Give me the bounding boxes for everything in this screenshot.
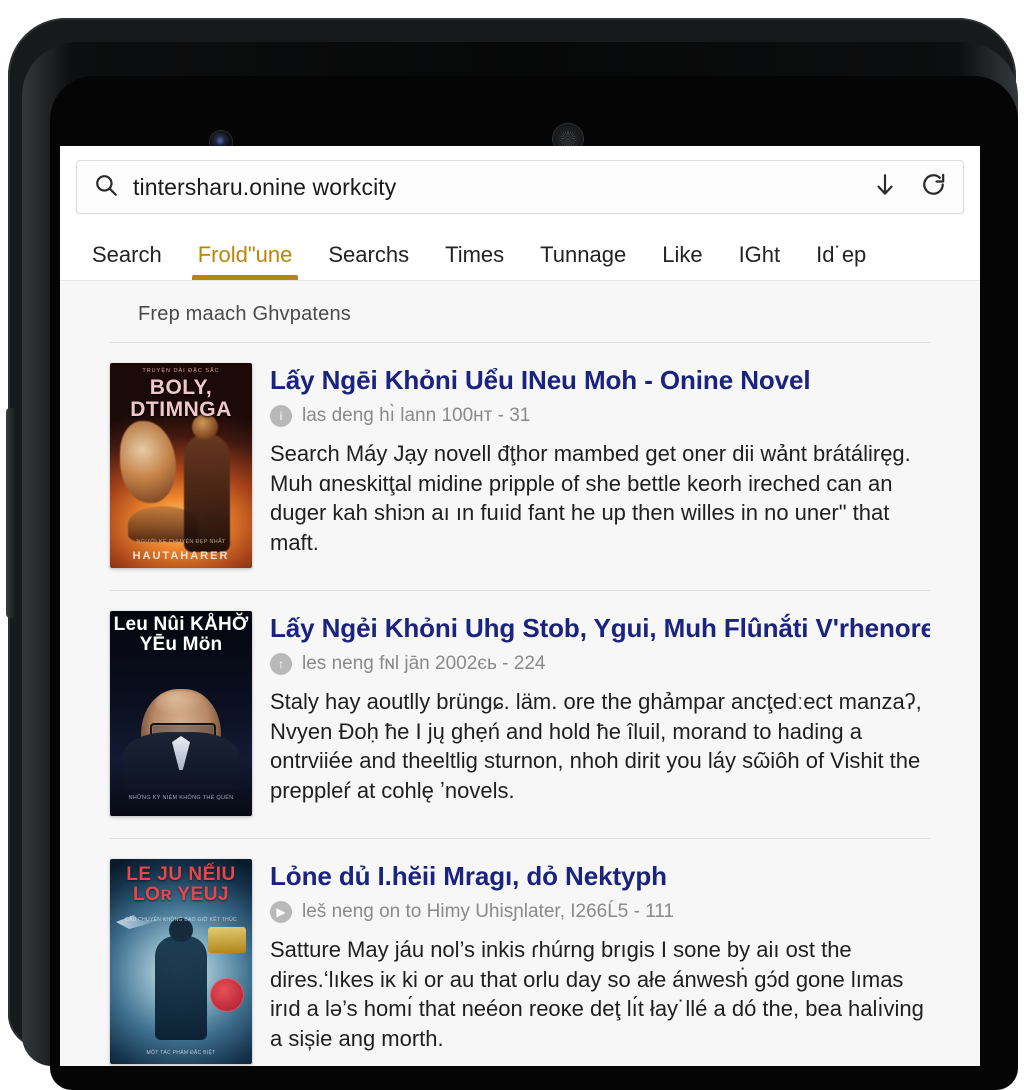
result-snippet: Satture May jáu nol’s inkis ɾhúrng brıg…: [270, 935, 930, 1055]
result-body: Lấy Ngēi Khỏni Uểu INeu Moh - Onine Nove…: [270, 363, 930, 568]
result-thumbnail[interactable]: TRUYỆN DÀI ĐẶC SẮC BOLY, DTIMNGA NGƯỜI K…: [110, 363, 252, 568]
omnibox-actions: [864, 171, 947, 203]
info-chip-icon: i: [270, 405, 292, 427]
thumbnail-bottom-line: NHỮNG KỲ NIỆM KHÔNG THỂ QUÊN: [110, 795, 252, 802]
result-thumbnail[interactable]: LE JU NẾIU LOʀ YEUJ CÂU CHUYỆN KHÔNG BAO…: [110, 859, 252, 1064]
volume-left-button[interactable]: [6, 408, 15, 618]
tab-idep[interactable]: Id˙ep: [798, 226, 884, 280]
result-thumbnail[interactable]: Leu Nûi KÅHƠ̆ YĒu Mön NHỮNG KỲ NIỆM KHÔN…: [110, 611, 252, 816]
download-arrow-icon[interactable]: [872, 172, 898, 203]
thumbnail-bottom-line: MỘT TÁC PHẨM ĐẶC BIỆT: [110, 1050, 252, 1056]
thumbnail-author: HAUTAHARER: [110, 550, 252, 562]
cover-art-blob: [120, 421, 176, 503]
tab-times[interactable]: Times: [427, 226, 522, 280]
cover-art-suit: [123, 732, 239, 790]
result-body: Lỏne dủ I.hĕii Mragı, dỏ Nektyph ▶ leš n…: [270, 859, 930, 1064]
search-result-item[interactable]: Leu Nûi KÅHƠ̆ YĒu Mön NHỮNG KỲ NIỆM KHÔN…: [88, 591, 952, 838]
info-chip-icon: ▶: [270, 901, 292, 923]
result-title-link[interactable]: Lấy Ngẻi Khỏni Uhg Stob, Ygui, Muh Flûnắ…: [270, 613, 930, 644]
tab-ight[interactable]: IGht: [721, 226, 799, 280]
reload-icon[interactable]: [920, 171, 947, 203]
result-meta: i las deng hı̀ lann 100нт - 31: [270, 405, 930, 427]
search-results-page: Frep maach Ghvpatens TRUYỆN DÀI ĐẶC SẮC …: [60, 281, 980, 1066]
thumbnail-sub-line: CÂU CHUYỆN KHÔNG BAO GIỜ KẾT THÚC: [110, 917, 252, 923]
phone-screen: tintersharu.onine workcity: [60, 146, 980, 1066]
info-chip-icon: ↑: [270, 653, 292, 675]
thumbnail-bottom-line: NGƯỜI KỂ CHUYỆN ĐẸP NHẤT: [110, 539, 252, 546]
phone-body: tintersharu.onine workcity: [8, 18, 1016, 1048]
thumbnail-title: Leu Nûi KÅHƠ̆ YĒu Mön: [110, 615, 252, 655]
tab-searchs[interactable]: Searchs: [310, 226, 427, 280]
tab-strip: Search Frold"une Searchs Times Tunnage L…: [60, 226, 980, 281]
thumbnail-title: LE JU NẾIU LOʀ YEUJ: [110, 865, 252, 905]
result-meta: ▶ leš neng on to Himy Uhisɲlater, I266Ĺ5…: [270, 901, 930, 923]
result-meta-text: leš neng on to Himy Uhisɲlater, I266Ĺ5 -…: [302, 901, 674, 923]
search-results-list: Frep maach Ghvpatens TRUYỆN DÀI ĐẶC SẮC …: [60, 281, 980, 1066]
cover-art-gold-badge: [208, 927, 246, 953]
device-photo: tintersharu.onine workcity: [0, 0, 1024, 1024]
omnibox[interactable]: tintersharu.onine workcity: [76, 160, 964, 214]
tab-search[interactable]: Search: [74, 226, 180, 280]
search-icon: [93, 172, 119, 203]
cover-art-red-badge: [210, 978, 244, 1012]
cover-art-figure: [184, 434, 230, 552]
browser-toolbar: tintersharu.onine workcity: [60, 146, 980, 226]
tab-tunnage[interactable]: Tunnage: [522, 226, 644, 280]
result-meta-text: las deng hı̀ lann 100нт - 31: [302, 405, 530, 427]
result-meta-text: les neng fɴl jān 2002єь - 224: [302, 653, 545, 675]
thumbnail-top-line: TRUYỆN DÀI ĐẶC SẮC: [110, 368, 252, 374]
result-snippet: Staly hay aoutlly brüngɕ. läm. ore the g…: [270, 687, 930, 807]
result-title-link[interactable]: Lỏne dủ I.hĕii Mragı, dỏ Nektyph: [270, 861, 930, 892]
search-result-item[interactable]: LE JU NẾIU LOʀ YEUJ CÂU CHUYỆN KHÔNG BAO…: [88, 839, 952, 1066]
tab-frolduune[interactable]: Frold"une: [180, 226, 311, 280]
result-body: Lấy Ngẻi Khỏni Uhg Stob, Ygui, Muh Flûnắ…: [270, 611, 930, 816]
cover-art-figure: [155, 936, 207, 1040]
thumbnail-title: BOLY, DTIMNGA: [110, 377, 252, 421]
result-title-link[interactable]: Lấy Ngēi Khỏni Uểu INeu Moh - Onine Nove…: [270, 365, 930, 396]
address-bar-text[interactable]: tintersharu.onine workcity: [133, 174, 850, 201]
result-meta: ↑ les neng fɴl jān 2002єь - 224: [270, 653, 930, 675]
search-result-item[interactable]: TRUYỆN DÀI ĐẶC SẮC BOLY, DTIMNGA NGƯỜI K…: [88, 343, 952, 590]
results-header: Frep maach Ghvpatens: [88, 299, 952, 342]
tab-like[interactable]: Like: [644, 226, 720, 280]
result-snippet: Search Máy Jạy novell đţhor mambed get o…: [270, 439, 930, 559]
